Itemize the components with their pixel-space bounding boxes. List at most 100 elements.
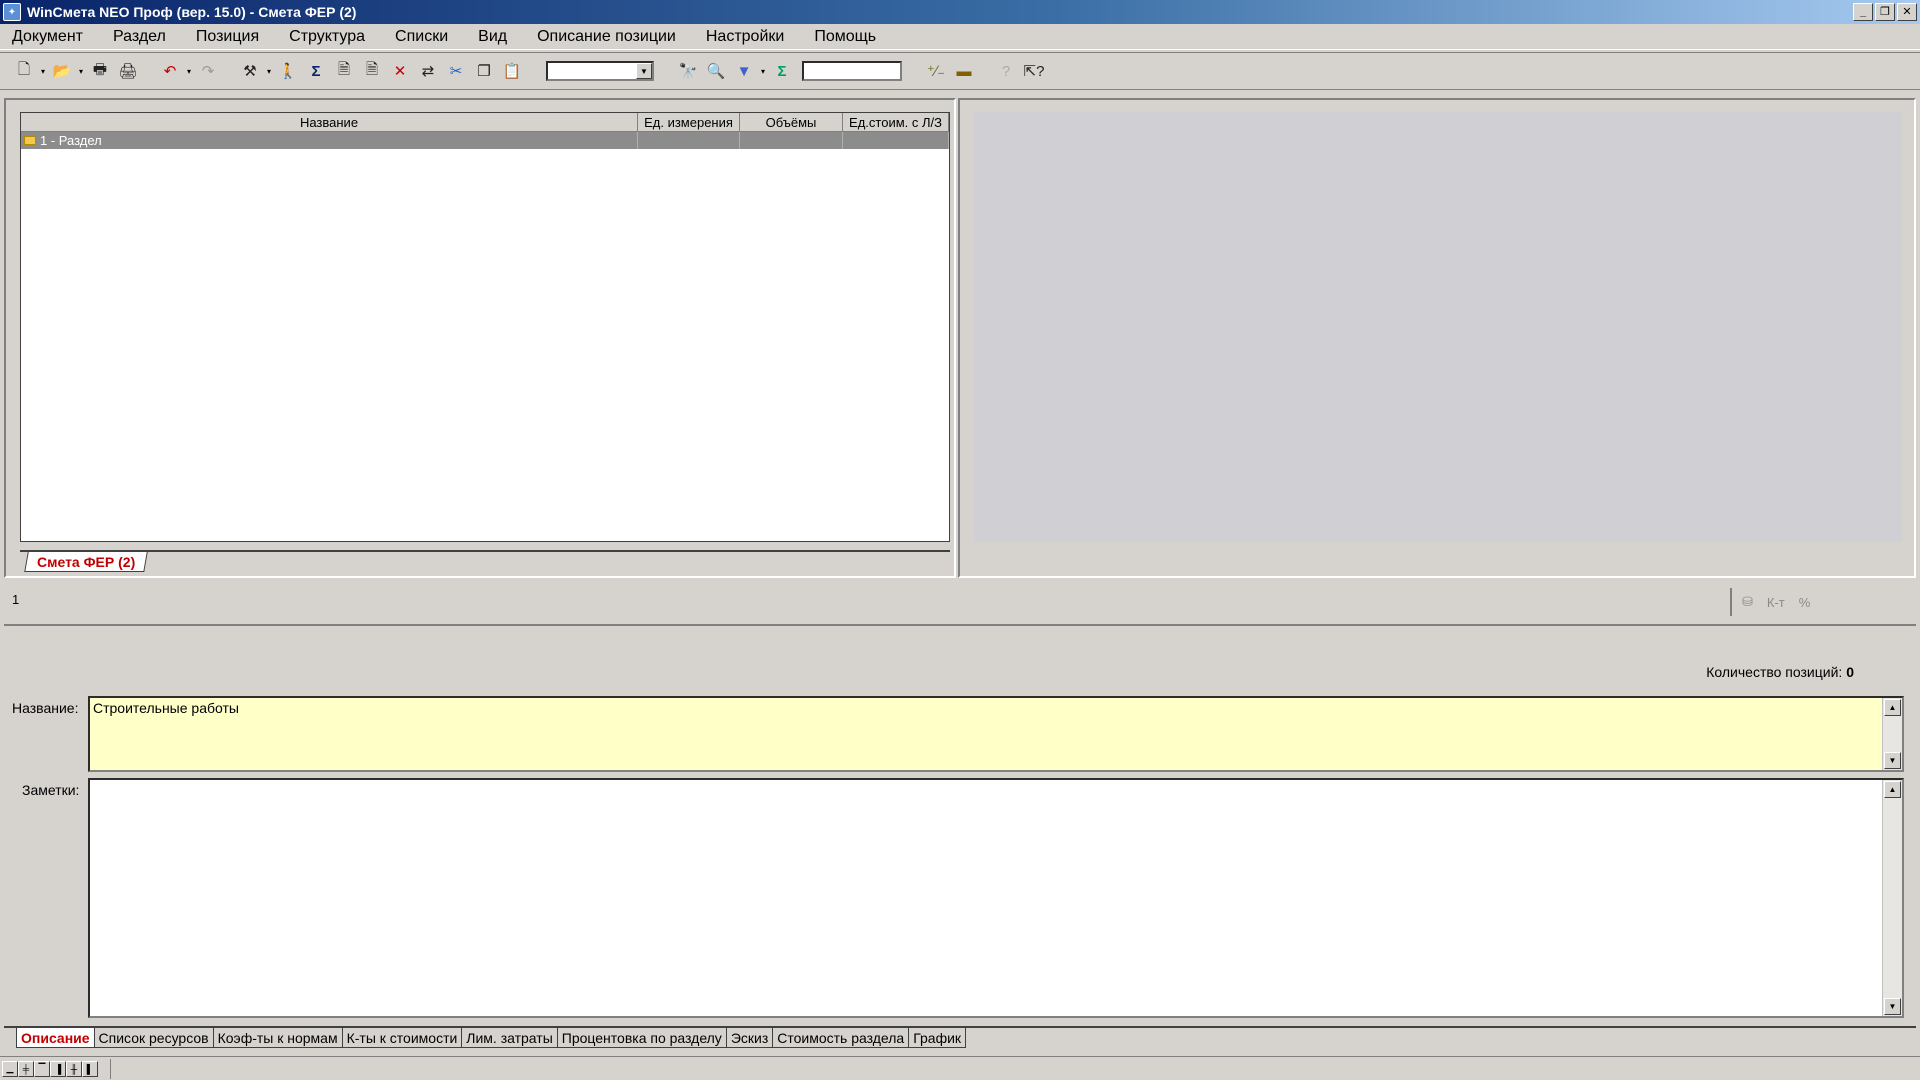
chevron-down-icon[interactable]: ▼ bbox=[636, 63, 652, 79]
menu-structure[interactable]: Структура bbox=[274, 28, 380, 46]
menu-position-description[interactable]: Описание позиции bbox=[522, 28, 691, 46]
menu-view[interactable]: Вид bbox=[463, 28, 522, 46]
toolbar: 🗋 ▾ 📂 ▾ 🖶 🖨 ↶ ▾ ↷ ⚒ ▾ 🚶 Σ 🗎 🗎 ✕ ⇄ ✂ ❐ 📋 … bbox=[0, 52, 1920, 90]
tab-norm-coefficients[interactable]: Коэф-ты к нормам bbox=[213, 1028, 343, 1048]
tab-schedule[interactable]: График bbox=[909, 1028, 967, 1048]
find-next-icon[interactable]: 🔍 bbox=[702, 57, 730, 85]
minimize-button[interactable]: _ bbox=[1853, 3, 1873, 21]
tab-cost-coefficients[interactable]: К-ты к стоимости bbox=[342, 1028, 463, 1048]
close-button[interactable]: ✕ bbox=[1897, 3, 1917, 21]
undo-dropdown-icon[interactable]: ▾ bbox=[184, 67, 194, 76]
notes-field[interactable]: ▲ ▼ bbox=[88, 778, 1904, 1018]
cut-icon[interactable]: ✂ bbox=[442, 57, 470, 85]
doc-p-icon[interactable]: 🗎 bbox=[330, 57, 358, 85]
row-name-cell: 1 - Раздел bbox=[21, 132, 638, 149]
tab-description[interactable]: Описание bbox=[16, 1028, 95, 1048]
minus-icon[interactable]: ▬ bbox=[950, 57, 978, 85]
layout-1-icon[interactable]: ▁ bbox=[2, 1060, 18, 1077]
layout-4-icon[interactable]: ▐ bbox=[50, 1060, 66, 1077]
title-bar: ✦ WinСмета NEO Проф (вер. 15.0) - Смета … bbox=[0, 0, 1920, 24]
tab-section-cost[interactable]: Стоимость раздела bbox=[773, 1028, 910, 1048]
positions-count-label: Количество позиций: bbox=[1706, 664, 1843, 680]
scroll-up-icon[interactable]: ▲ bbox=[1884, 699, 1901, 716]
row-unit-cell bbox=[638, 132, 740, 149]
notes-scrollbar[interactable]: ▲ ▼ bbox=[1882, 780, 1902, 1016]
doc-n-icon[interactable]: 🗎 bbox=[358, 57, 386, 85]
tab-sketch[interactable]: Эскиз bbox=[726, 1028, 774, 1048]
tools-dropdown-icon[interactable]: ▾ bbox=[264, 67, 274, 76]
column-header-volume[interactable]: Объёмы bbox=[740, 113, 843, 132]
status-separator bbox=[110, 1058, 111, 1079]
menu-document[interactable]: Документ bbox=[4, 28, 98, 46]
document-tabs: Смета ФЕР (2) bbox=[20, 550, 950, 572]
undo-icon[interactable]: ↶ bbox=[156, 57, 184, 85]
row-name: 1 - Раздел bbox=[40, 133, 102, 148]
tree-panel: Название Ед. измерения Объёмы Ед.стоим. … bbox=[4, 98, 956, 578]
new-doc-icon[interactable]: 🗋 bbox=[10, 57, 38, 85]
help-icon[interactable]: ? bbox=[992, 57, 1020, 85]
menu-settings[interactable]: Настройки bbox=[691, 28, 799, 46]
copy-icon[interactable]: ❐ bbox=[470, 57, 498, 85]
percent-icon[interactable]: ⁺∕₋ bbox=[922, 57, 950, 85]
preview-panel bbox=[958, 98, 1916, 578]
name-label: Название: bbox=[12, 700, 79, 716]
estimate-grid[interactable]: Название Ед. измерения Объёмы Ед.стоим. … bbox=[20, 112, 950, 542]
table-row[interactable]: 1 - Раздел bbox=[21, 132, 949, 149]
menu-help[interactable]: Помощь bbox=[799, 28, 891, 46]
scroll-up-icon[interactable]: ▲ bbox=[1884, 781, 1901, 798]
status-bar: ▁ ╪ ▔ ▐ ╫ ▌ bbox=[0, 1056, 1920, 1080]
filter-dropdown-icon[interactable]: ▾ bbox=[758, 67, 768, 76]
person-icon[interactable]: 🚶 bbox=[274, 57, 302, 85]
scroll-down-icon[interactable]: ▼ bbox=[1884, 752, 1901, 769]
tab-resource-list[interactable]: Список ресурсов bbox=[94, 1028, 214, 1048]
filter-icon[interactable]: ▼ bbox=[730, 57, 758, 85]
coefficient-label[interactable]: К-т bbox=[1767, 595, 1785, 610]
column-header-unit[interactable]: Ед. измерения bbox=[638, 113, 740, 132]
move-icon[interactable]: ⇄ bbox=[414, 57, 442, 85]
open-dropdown-icon[interactable]: ▾ bbox=[76, 67, 86, 76]
toolbar-search-input[interactable] bbox=[802, 61, 902, 81]
restore-button[interactable]: ❐ bbox=[1875, 3, 1895, 21]
name-field[interactable]: Строительные работы ▲ ▼ bbox=[88, 696, 1904, 772]
menu-position[interactable]: Позиция bbox=[181, 28, 274, 46]
tab-limited-costs[interactable]: Лим. затраты bbox=[462, 1028, 558, 1048]
resources-icon[interactable]: ⛁ bbox=[1742, 594, 1753, 610]
app-icon: ✦ bbox=[3, 3, 21, 21]
positions-count: Количество позиций: 0 bbox=[1706, 664, 1854, 680]
layout-3-icon[interactable]: ▔ bbox=[34, 1060, 50, 1077]
tools-icon[interactable]: ⚒ bbox=[236, 57, 264, 85]
name-scrollbar[interactable]: ▲ ▼ bbox=[1882, 698, 1902, 770]
paste-icon[interactable]: 📋 bbox=[498, 57, 526, 85]
positions-count-value: 0 bbox=[1846, 664, 1854, 680]
layout-2-icon[interactable]: ╪ bbox=[18, 1060, 34, 1077]
layout-5-icon[interactable]: ╫ bbox=[66, 1060, 82, 1077]
new-doc-dropdown-icon[interactable]: ▾ bbox=[38, 67, 48, 76]
scroll-down-icon[interactable]: ▼ bbox=[1884, 998, 1901, 1015]
status-strip: 1 ⛁ К-т % bbox=[4, 580, 1916, 626]
tab-smeta-fer[interactable]: Смета ФЕР (2) bbox=[24, 552, 148, 572]
delete-icon[interactable]: ✕ bbox=[386, 57, 414, 85]
sum-icon[interactable]: Σ bbox=[302, 57, 330, 85]
row-cost-cell bbox=[843, 132, 949, 149]
menu-section[interactable]: Раздел bbox=[98, 28, 181, 46]
redo-icon[interactable]: ↷ bbox=[194, 57, 222, 85]
tab-smeta-fer-label: Смета ФЕР (2) bbox=[37, 553, 136, 570]
menu-lists[interactable]: Списки bbox=[380, 28, 463, 46]
layout-6-icon[interactable]: ▌ bbox=[82, 1060, 98, 1077]
grid-header: Название Ед. измерения Объёмы Ед.стоим. … bbox=[21, 113, 949, 132]
open-folder-icon[interactable]: 📂 bbox=[48, 57, 76, 85]
toolbar-combo[interactable]: ▼ bbox=[546, 61, 654, 81]
print-preview-icon[interactable]: 🖨 bbox=[114, 57, 142, 85]
print-icon[interactable]: 🖶 bbox=[86, 57, 114, 85]
column-header-name[interactable]: Название bbox=[21, 113, 638, 132]
tab-section-percentage[interactable]: Процентовка по разделу bbox=[557, 1028, 727, 1048]
toolbar-combo-value bbox=[548, 63, 636, 79]
find-icon[interactable]: 🔭 bbox=[674, 57, 702, 85]
context-help-icon[interactable]: ⇱? bbox=[1020, 57, 1048, 85]
column-header-cost[interactable]: Ед.стоим. с Л/З bbox=[843, 113, 949, 132]
status-tools: ⛁ К-т % bbox=[1730, 588, 1860, 616]
percent-label[interactable]: % bbox=[1799, 595, 1811, 610]
menu-bar: Документ Раздел Позиция Структура Списки… bbox=[0, 24, 1920, 50]
window-title: WinСмета NEO Проф (вер. 15.0) - Смета ФЕ… bbox=[27, 4, 357, 20]
sum-green-icon[interactable]: Σ bbox=[768, 57, 796, 85]
